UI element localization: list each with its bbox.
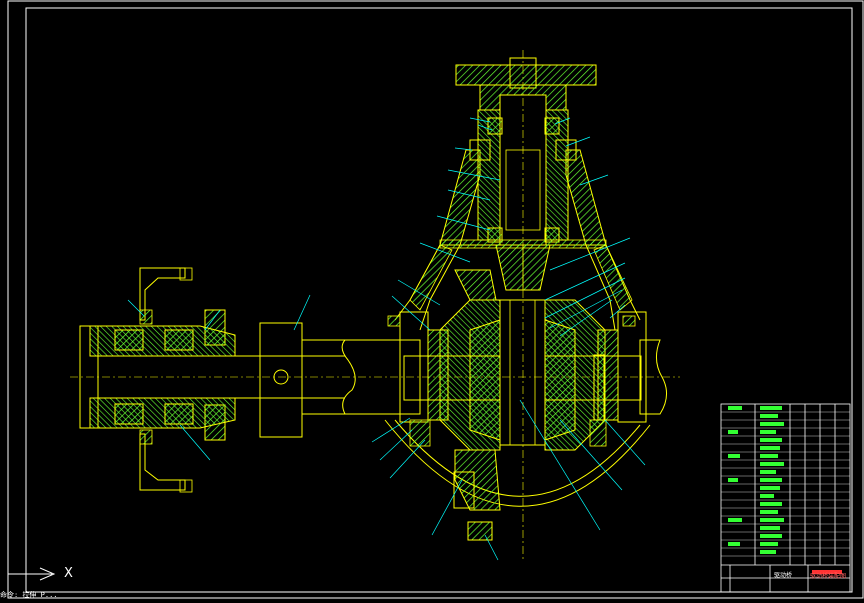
parts-list-entries [728,406,842,574]
title-block-rows [721,411,850,557]
pinion-flange [455,57,597,111]
differential-case [387,299,647,451]
command-line[interactable]: 命令: 拉伸 P... [0,591,864,599]
wheel-hub [79,267,236,493]
title-block-frame [720,403,851,593]
assembly-drawing [7,0,864,599]
cad-drawing-viewport[interactable] [0,0,864,599]
coupling-block [259,322,345,438]
drive-pinion [495,244,551,291]
title-block-label: 驱动桥 [774,572,793,579]
center-lines [70,50,680,560]
drawing-frame [7,0,864,599]
ucs-x-axis-label: X [64,566,73,581]
drawing-name: 驱动桥装配图 [810,573,847,580]
